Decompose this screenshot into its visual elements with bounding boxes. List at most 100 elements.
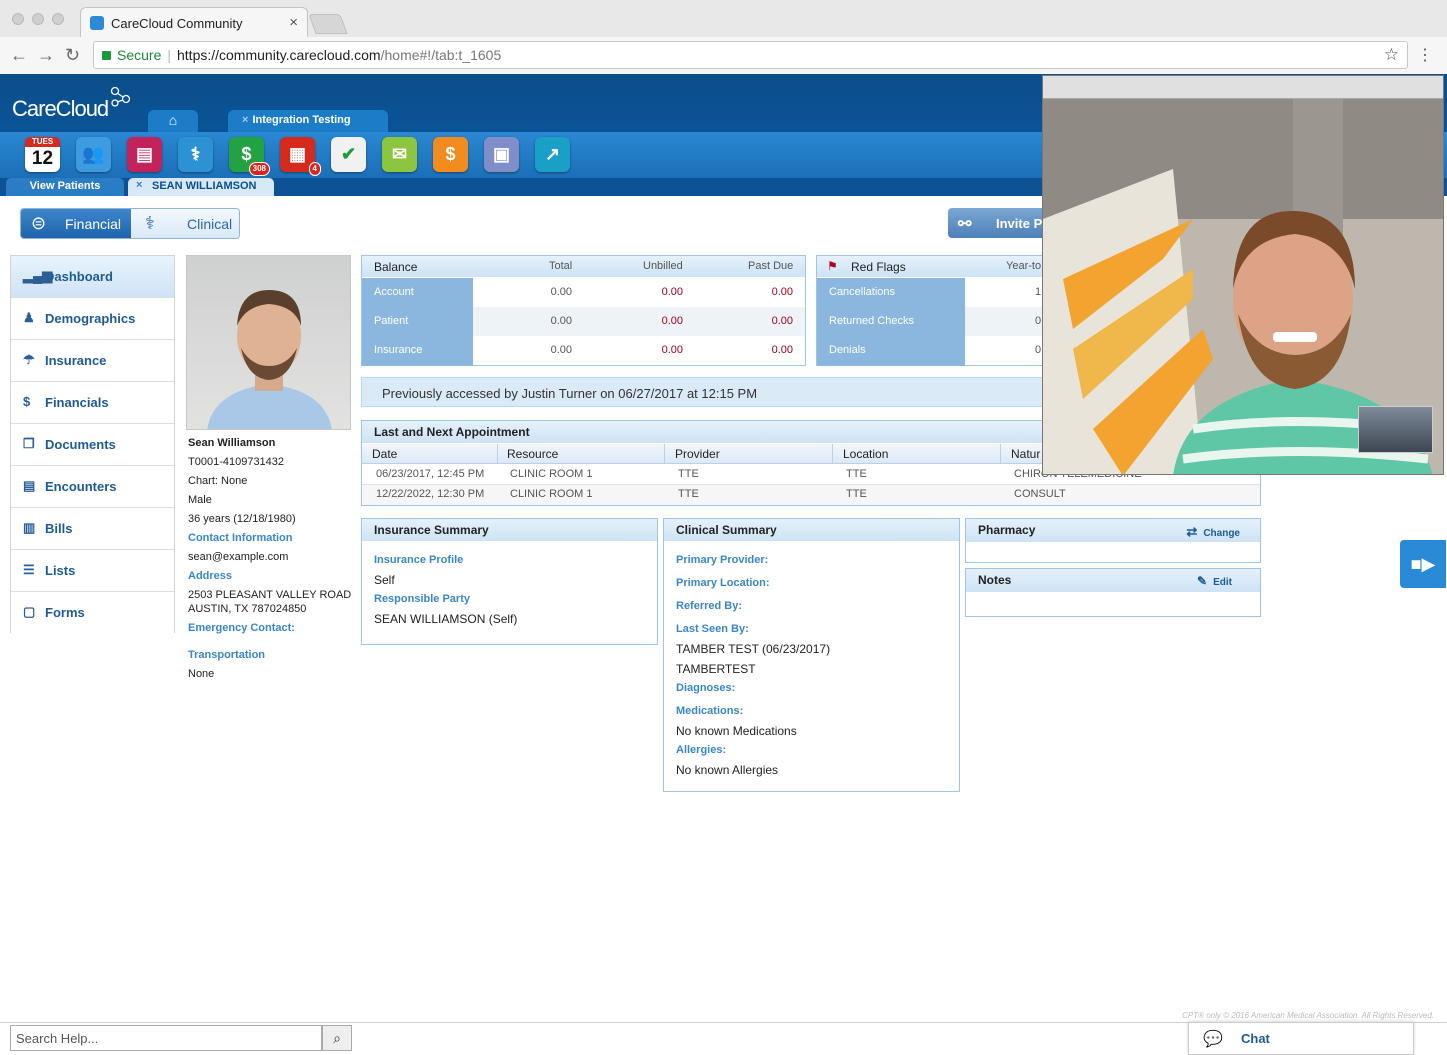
integration-testing-label: Integration Testing bbox=[252, 114, 351, 126]
close-tab-icon[interactable]: × bbox=[242, 114, 248, 126]
insurance-summary-panel: Insurance Summary Insurance Profile Self… bbox=[361, 518, 658, 645]
analytics-app-button[interactable]: ↗ bbox=[535, 137, 570, 172]
browser-tab[interactable]: CareCloud Community × bbox=[80, 7, 308, 37]
sidebar-item-encounters[interactable]: ▤ Encounters bbox=[11, 466, 174, 508]
address-bar[interactable]: Secure | https://community.carecloud.com/h… bbox=[93, 41, 1408, 69]
forward-arrow-icon[interactable]: → bbox=[37, 45, 55, 66]
chat-bubble-icon: 💬 bbox=[1203, 1031, 1223, 1048]
insurance-unbilled: 0.00 bbox=[661, 344, 683, 356]
referred-by-label: Referred By: bbox=[676, 600, 743, 612]
calendar-app-button[interactable]: TUES 12 bbox=[25, 137, 60, 172]
sidebar-item-lists[interactable]: ☰ Lists bbox=[11, 550, 174, 592]
pharmacy-title: Pharmacy bbox=[978, 523, 1036, 537]
carecloud-logo[interactable]: CareCloud bbox=[12, 86, 131, 122]
clinical-app-button[interactable]: ⚕ bbox=[178, 137, 213, 172]
forms-app-button[interactable]: ▦ 4 bbox=[280, 137, 321, 176]
pharmacy-change-label: Change bbox=[1203, 528, 1240, 539]
insurance-total: 0.00 bbox=[550, 344, 572, 356]
patient-id: T0001-4109731432 bbox=[188, 456, 285, 468]
patient-gender: Male bbox=[188, 494, 212, 506]
search-icon: ⌕ bbox=[333, 1030, 341, 1046]
address-separator: | bbox=[167, 47, 171, 63]
view-patients-tab[interactable]: View Patients bbox=[6, 178, 124, 196]
browser-chrome: CareCloud Community × ← → ↻ Secure | https… bbox=[0, 0, 1447, 74]
resource-column-header[interactable]: Resource bbox=[507, 447, 558, 461]
financial-app-button[interactable]: $308 bbox=[229, 137, 270, 176]
bookmark-star-icon[interactable]: ☆ bbox=[1384, 45, 1399, 65]
line-chart-icon: ↗ bbox=[544, 144, 561, 164]
maximize-window-button[interactable] bbox=[52, 13, 64, 25]
tasks-app-button[interactable]: ✔ bbox=[331, 137, 366, 172]
sidebar-item-forms[interactable]: ▢ Forms bbox=[11, 592, 174, 634]
sidebar-item-dashboard[interactable]: ▂▄▆ Dashboard bbox=[11, 256, 174, 298]
sidebar-item-label: Dashboard bbox=[45, 269, 113, 284]
year-to-date-column-header: Year-to bbox=[1006, 260, 1042, 272]
documents-app-button[interactable]: ▤ bbox=[127, 137, 162, 172]
back-arrow-icon[interactable]: ← bbox=[10, 45, 28, 66]
sidebar-item-bills[interactable]: ▥ Bills bbox=[11, 508, 174, 550]
close-tab-icon[interactable]: × bbox=[289, 14, 298, 31]
patients-app-button[interactable]: 👥 bbox=[76, 137, 111, 172]
chat-button[interactable]: 💬 Chat bbox=[1188, 1022, 1414, 1055]
lock-icon bbox=[102, 51, 111, 60]
appointment-location: TTE bbox=[846, 468, 867, 480]
self-view-thumbnail[interactable] bbox=[1358, 406, 1433, 453]
patient-tab[interactable]: × SEAN WILLIAMSON bbox=[128, 178, 274, 196]
sidebar-item-demographics[interactable]: ♟ Demographics bbox=[11, 298, 174, 340]
financial-badge: 308 bbox=[248, 162, 270, 176]
pharmacy-change-button[interactable]: ⇄ Change bbox=[1186, 524, 1240, 540]
patient-unbilled: 0.00 bbox=[661, 315, 683, 327]
video-call-window[interactable] bbox=[1042, 75, 1444, 475]
secure-label: Secure bbox=[117, 47, 162, 63]
date-column-header[interactable]: Date bbox=[372, 447, 397, 461]
medications-label: Medications: bbox=[676, 705, 744, 717]
bill-icon: ▥ bbox=[23, 520, 36, 535]
close-patient-tab-icon[interactable]: × bbox=[136, 179, 142, 191]
patient-email[interactable]: sean@example.com bbox=[188, 551, 288, 563]
sidebar-item-financials[interactable]: $ Financials bbox=[11, 382, 174, 424]
sidebar-item-label: Encounters bbox=[45, 479, 117, 494]
printer-icon: ▣ bbox=[492, 144, 510, 164]
minimize-window-button[interactable] bbox=[32, 13, 44, 25]
messages-app-button[interactable]: ✉ bbox=[382, 137, 417, 172]
clinical-toggle-button[interactable]: ⚕ Clinical bbox=[131, 209, 239, 238]
video-call-button[interactable]: ■▶ bbox=[1400, 540, 1446, 588]
contact-info-label[interactable]: Contact Information bbox=[188, 532, 293, 544]
sidebar-item-label: Documents bbox=[45, 437, 116, 452]
reload-icon[interactable]: ↻ bbox=[65, 45, 80, 66]
insurance-profile-label[interactable]: Insurance Profile bbox=[374, 554, 463, 566]
location-column-header[interactable]: Location bbox=[843, 447, 888, 461]
responsible-party-value: SEAN WILLIAMSON (Self) bbox=[374, 612, 518, 626]
notes-edit-button[interactable]: ✎ Edit bbox=[1197, 574, 1232, 588]
sidebar-item-label: Bills bbox=[45, 521, 73, 536]
medications-value: No known Medications bbox=[676, 724, 797, 738]
responsible-party-label: Responsible Party bbox=[374, 593, 470, 605]
home-tab[interactable]: ⌂ bbox=[148, 110, 198, 132]
collections-app-button[interactable]: $ bbox=[433, 137, 468, 172]
sidebar-item-documents[interactable]: ❐ Documents bbox=[11, 424, 174, 466]
account-unbilled: 0.00 bbox=[661, 286, 683, 298]
patient-total: 0.00 bbox=[550, 315, 572, 327]
form-icon: ▢ bbox=[23, 604, 36, 619]
integration-testing-tab[interactable]: × Integration Testing bbox=[228, 110, 388, 132]
financial-toggle-label: Financial bbox=[65, 216, 122, 232]
sidebar-item-insurance[interactable]: ☂ Insurance bbox=[11, 340, 174, 382]
new-tab-button[interactable] bbox=[308, 14, 348, 34]
notes-header: Notes ✎ Edit bbox=[966, 569, 1260, 592]
financial-toggle-button[interactable]: ⊜ Financial bbox=[21, 209, 131, 238]
browser-menu-icon[interactable]: ⋮ bbox=[1417, 45, 1433, 65]
search-help-button[interactable]: ⌕ bbox=[322, 1025, 352, 1051]
reports-app-button[interactable]: ▣ bbox=[484, 137, 519, 172]
video-title-bar[interactable] bbox=[1043, 76, 1443, 99]
table-row[interactable]: 12/22/2022, 12:30 PM CLINIC ROOM 1 TTE T… bbox=[362, 485, 1260, 505]
browser-toolbar: ← → ↻ Secure | https://community.carecloud… bbox=[0, 37, 1447, 74]
nature-column-header[interactable]: Natur bbox=[1011, 447, 1040, 461]
search-help-input[interactable]: Search Help... bbox=[10, 1025, 322, 1051]
appointment-resource: CLINIC ROOM 1 bbox=[510, 468, 593, 480]
provider-column-header[interactable]: Provider bbox=[675, 447, 720, 461]
patient-tab-label: SEAN WILLIAMSON bbox=[152, 180, 257, 192]
url-host: https://community.carecloud.com bbox=[177, 47, 381, 63]
dollar-icon: $ bbox=[23, 394, 31, 409]
clipboard-icon: ▤ bbox=[23, 478, 36, 493]
close-window-button[interactable] bbox=[12, 13, 24, 25]
